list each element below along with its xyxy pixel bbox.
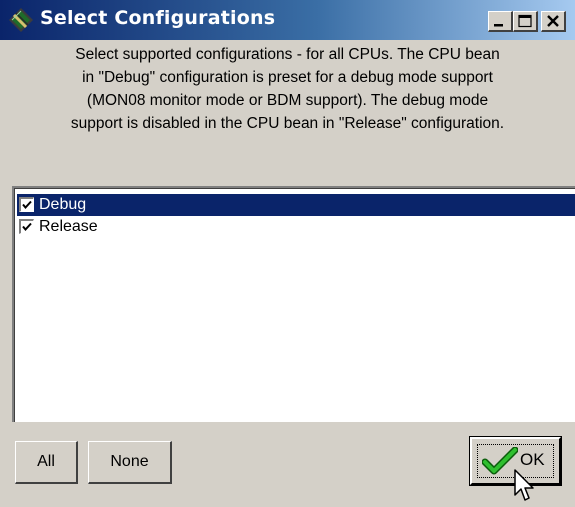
- list-item-release[interactable]: Release: [17, 216, 575, 238]
- close-button[interactable]: [541, 11, 566, 32]
- description-line: (MON08 monitor mode or BDM support). The…: [86, 92, 489, 109]
- config-bean-icon: [9, 8, 33, 32]
- maximize-button[interactable]: [513, 11, 538, 32]
- maximize-icon: [518, 14, 532, 28]
- all-button[interactable]: All: [15, 441, 78, 484]
- list-item-label: Debug: [39, 196, 87, 213]
- close-icon: [547, 15, 559, 27]
- select-configurations-dialog: Select Configurations Select supported c…: [0, 0, 575, 507]
- release-checkbox[interactable]: [19, 219, 34, 234]
- minimize-button[interactable]: [488, 11, 513, 32]
- title-bar[interactable]: Select Configurations: [0, 0, 575, 40]
- list-item-label: Release: [39, 218, 98, 235]
- ok-label: OK: [520, 450, 545, 469]
- configurations-list[interactable]: Debug Release: [12, 186, 575, 422]
- checkmark-icon: [22, 200, 32, 210]
- debug-checkbox[interactable]: [19, 197, 34, 212]
- green-checkmark-icon: [482, 447, 518, 475]
- description-line: in "Debug" configuration is preset for a…: [82, 69, 493, 86]
- mouse-pointer-icon: [514, 469, 534, 501]
- description-line: support is disabled in the CPU bean in "…: [70, 115, 505, 132]
- description-line: Select supported configurations - for al…: [75, 46, 500, 63]
- window-title: Select Configurations: [40, 7, 276, 29]
- list-item-debug[interactable]: Debug: [17, 194, 575, 216]
- checkmark-icon: [22, 222, 32, 232]
- minimize-icon: [494, 24, 503, 27]
- description-text: Select supported configurations - for al…: [0, 43, 575, 135]
- none-button[interactable]: None: [88, 441, 172, 484]
